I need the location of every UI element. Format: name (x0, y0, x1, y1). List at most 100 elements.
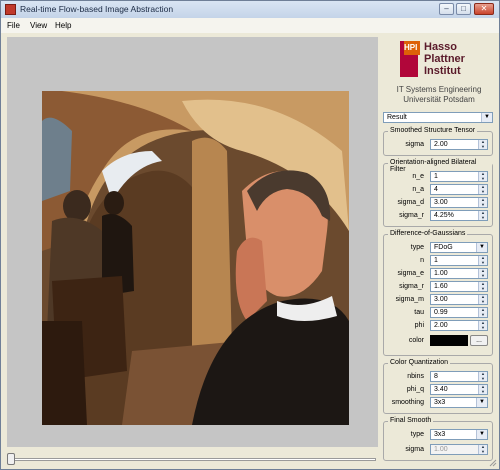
dog-sigma-m-spinbox[interactable]: 3.00 ▲ ▼ (430, 294, 488, 305)
select-value: FDoG (434, 244, 453, 251)
menu-help[interactable]: Help (55, 21, 71, 30)
maximize-button[interactable]: □ (456, 3, 471, 15)
dog-tau-spinbox[interactable]: 0.99 ▲ ▼ (430, 307, 488, 318)
dog-label: sigma_e (397, 270, 424, 277)
group-color-quantization: Color Quantization nbins 8 ▲ ▼ phi_q 3.40 ▲… (383, 359, 493, 414)
group-title: Final Smooth (388, 417, 434, 424)
dog-type-select[interactable]: FDoG ▼ (430, 242, 488, 253)
minimize-button[interactable]: – (439, 3, 454, 15)
quant-smoothing-select[interactable]: 3x3 ▼ (430, 397, 488, 408)
bilateral-label: sigma_d (397, 199, 424, 206)
group-title: Difference-of-Gaussians (388, 230, 468, 237)
logo-line-3: Institut (424, 65, 461, 77)
dog-label: sigma_r (399, 283, 424, 290)
spin-value: 4.25% (434, 212, 454, 219)
chevron-down-icon: ▼ (476, 243, 487, 252)
settings-panel: HPI Hasso Plattner Institut IT Systems E… (383, 37, 495, 465)
spin-arrows-icon[interactable]: ▲ ▼ (478, 210, 487, 220)
close-button[interactable]: ✕ (474, 3, 494, 15)
final-sigma-label: sigma (405, 446, 424, 453)
spin-arrows-icon[interactable]: ▲ ▼ (478, 197, 487, 207)
group-title: Color Quantization (388, 359, 450, 366)
spin-arrows-icon[interactable]: ▲ ▼ (478, 320, 487, 330)
menu-view[interactable]: View (30, 21, 47, 30)
group-structure-tensor: Smoothed Structure Tensor sigma 2.00 ▲ ▼ (383, 127, 493, 156)
group-bilateral-filter: Orientation-aligned Bilateral Filter n_e… (383, 159, 493, 227)
dog-sigma-e-spinbox[interactable]: 1.00 ▲ ▼ (430, 268, 488, 279)
dog-label: phi (414, 322, 424, 329)
spin-value: 1.00 (434, 446, 448, 453)
dog-label: n (420, 257, 424, 264)
bilateral-n-e-spinbox[interactable]: 1 ▲ ▼ (430, 171, 488, 182)
bilateral-n-a-spinbox[interactable]: 4 ▲ ▼ (430, 184, 488, 195)
logo-subtitle-2: Universität Potsdam (403, 95, 475, 104)
app-icon (5, 4, 16, 15)
view-mode-select[interactable]: Result ▼ (383, 112, 493, 123)
chevron-down-icon: ▼ (476, 398, 487, 407)
chevron-down-icon: ▼ (481, 113, 492, 122)
slider-thumb[interactable] (7, 453, 15, 465)
dog-color-label: color (408, 337, 424, 344)
spin-arrows-icon[interactable]: ▲ ▼ (478, 139, 487, 149)
spin-arrows-icon[interactable]: ▲ ▼ (478, 294, 487, 304)
logo-line-2: Plattner (424, 53, 465, 65)
spin-arrows-icon[interactable]: ▲ ▼ (478, 444, 487, 454)
final-type-select[interactable]: 3x3 ▼ (430, 429, 488, 440)
quant-phi-q-spinbox[interactable]: 3.40 ▲ ▼ (430, 384, 488, 395)
dog-color-picker-button[interactable]: ... (470, 335, 488, 346)
group-title: Smoothed Structure Tensor (388, 127, 478, 134)
quant-nbins-spinbox[interactable]: 8 ▲ ▼ (430, 371, 488, 382)
dog-type-label: type (410, 244, 424, 251)
spin-value: 2.00 (434, 322, 448, 329)
spin-arrows-icon[interactable]: ▲ ▼ (478, 268, 487, 278)
window-title: Real-time Flow-based Image Abstraction (20, 4, 174, 14)
spin-value: 4 (434, 186, 438, 193)
quant-label: nbins (407, 373, 424, 380)
spin-arrows-icon[interactable]: ▲ ▼ (478, 307, 487, 317)
spin-arrows-icon[interactable]: ▲ ▼ (478, 255, 487, 265)
dog-label: sigma_m (395, 296, 424, 303)
spin-value: 8 (434, 373, 438, 380)
select-value: 3x3 (434, 399, 446, 406)
final-type-label: type (410, 431, 424, 438)
view-mode-value: Result (387, 114, 407, 121)
spin-arrows-icon[interactable]: ▲ ▼ (478, 371, 487, 381)
spin-arrows-icon[interactable]: ▲ ▼ (478, 171, 487, 181)
bilateral-sigma-d-spinbox[interactable]: 3.00 ▲ ▼ (430, 197, 488, 208)
dog-color-swatch[interactable] (430, 335, 468, 346)
menu-file[interactable]: File (7, 21, 20, 30)
dog-phi-spinbox[interactable]: 2.00 ▲ ▼ (430, 320, 488, 331)
spin-arrows-icon[interactable]: ▲ ▼ (478, 184, 487, 194)
resize-grip-icon[interactable] (489, 459, 497, 467)
spin-value: 3.40 (434, 386, 448, 393)
sst-sigma-label: sigma (405, 141, 424, 148)
abstracted-image (42, 91, 349, 425)
final-sigma-spinbox[interactable]: 1.00 ▲ ▼ (430, 444, 488, 455)
bilateral-label: sigma_r (399, 212, 424, 219)
timeline-slider[interactable] (7, 452, 378, 466)
spin-value: 3.00 (434, 296, 448, 303)
menu-bar: File View Help (1, 18, 499, 33)
logo-mark: HPI (404, 43, 418, 52)
spin-value: 1 (434, 173, 438, 180)
quant-label: phi_q (406, 386, 424, 393)
slider-track (9, 458, 376, 461)
spin-value: 1.60 (434, 283, 448, 290)
logo-line-1: Hasso (424, 41, 458, 53)
dog-label: tau (414, 309, 424, 316)
group-final-smooth: Final Smooth type 3x3 ▼ sigma 1.00 ▲ ▼ (383, 417, 493, 461)
sst-sigma-spinbox[interactable]: 2.00 ▲ ▼ (430, 139, 488, 150)
spin-value: 3.00 (434, 199, 448, 206)
bilateral-label: n_a (412, 186, 424, 193)
hpi-logo: HPI Hasso Plattner Institut IT Systems E… (383, 37, 495, 107)
bilateral-sigma-r-spinbox[interactable]: 4.25% ▲ ▼ (430, 210, 488, 221)
chevron-down-icon: ▼ (476, 430, 487, 439)
spin-value: 2.00 (434, 141, 448, 148)
spin-arrows-icon[interactable]: ▲ ▼ (478, 281, 487, 291)
dog-sigma-r-spinbox[interactable]: 1.60 ▲ ▼ (430, 281, 488, 292)
spin-value: 1 (434, 257, 438, 264)
spin-arrows-icon[interactable]: ▲ ▼ (478, 384, 487, 394)
select-value: 3x3 (434, 431, 446, 438)
dog-n-spinbox[interactable]: 1 ▲ ▼ (430, 255, 488, 266)
spin-value: 1.00 (434, 270, 448, 277)
